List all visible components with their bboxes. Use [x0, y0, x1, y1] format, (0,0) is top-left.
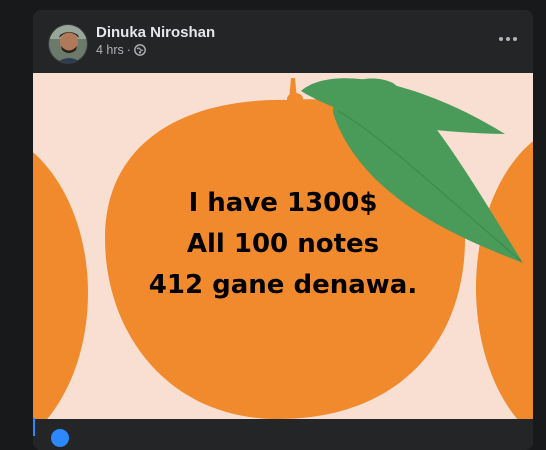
globe-icon[interactable] [134, 44, 146, 56]
avatar[interactable] [48, 24, 88, 64]
post-card: Dinuka Niroshan 4 hrs · I have 1300$ All… [33, 10, 533, 450]
author-name[interactable]: Dinuka Niroshan [96, 24, 215, 41]
post-meta: 4 hrs · [96, 43, 146, 57]
text-line-2: All 100 notes [186, 229, 380, 259]
focus-edge [33, 418, 35, 436]
post-image[interactable]: I have 1300$ All 100 notes 412 gane dena… [33, 73, 533, 419]
reaction-icon[interactable] [51, 429, 69, 447]
post-header: Dinuka Niroshan 4 hrs · [33, 10, 533, 73]
text-line-3: 412 gane denawa. [148, 270, 418, 300]
text-line-1: I have 1300$ [188, 188, 378, 218]
post-text-overlay: I have 1300$ All 100 notes 412 gane dena… [33, 183, 533, 306]
post-footer [33, 419, 533, 450]
more-options-icon[interactable] [496, 27, 520, 51]
meta-separator: · [126, 43, 131, 57]
post-time[interactable]: 4 hrs [96, 43, 124, 57]
avatar-image [49, 25, 87, 63]
